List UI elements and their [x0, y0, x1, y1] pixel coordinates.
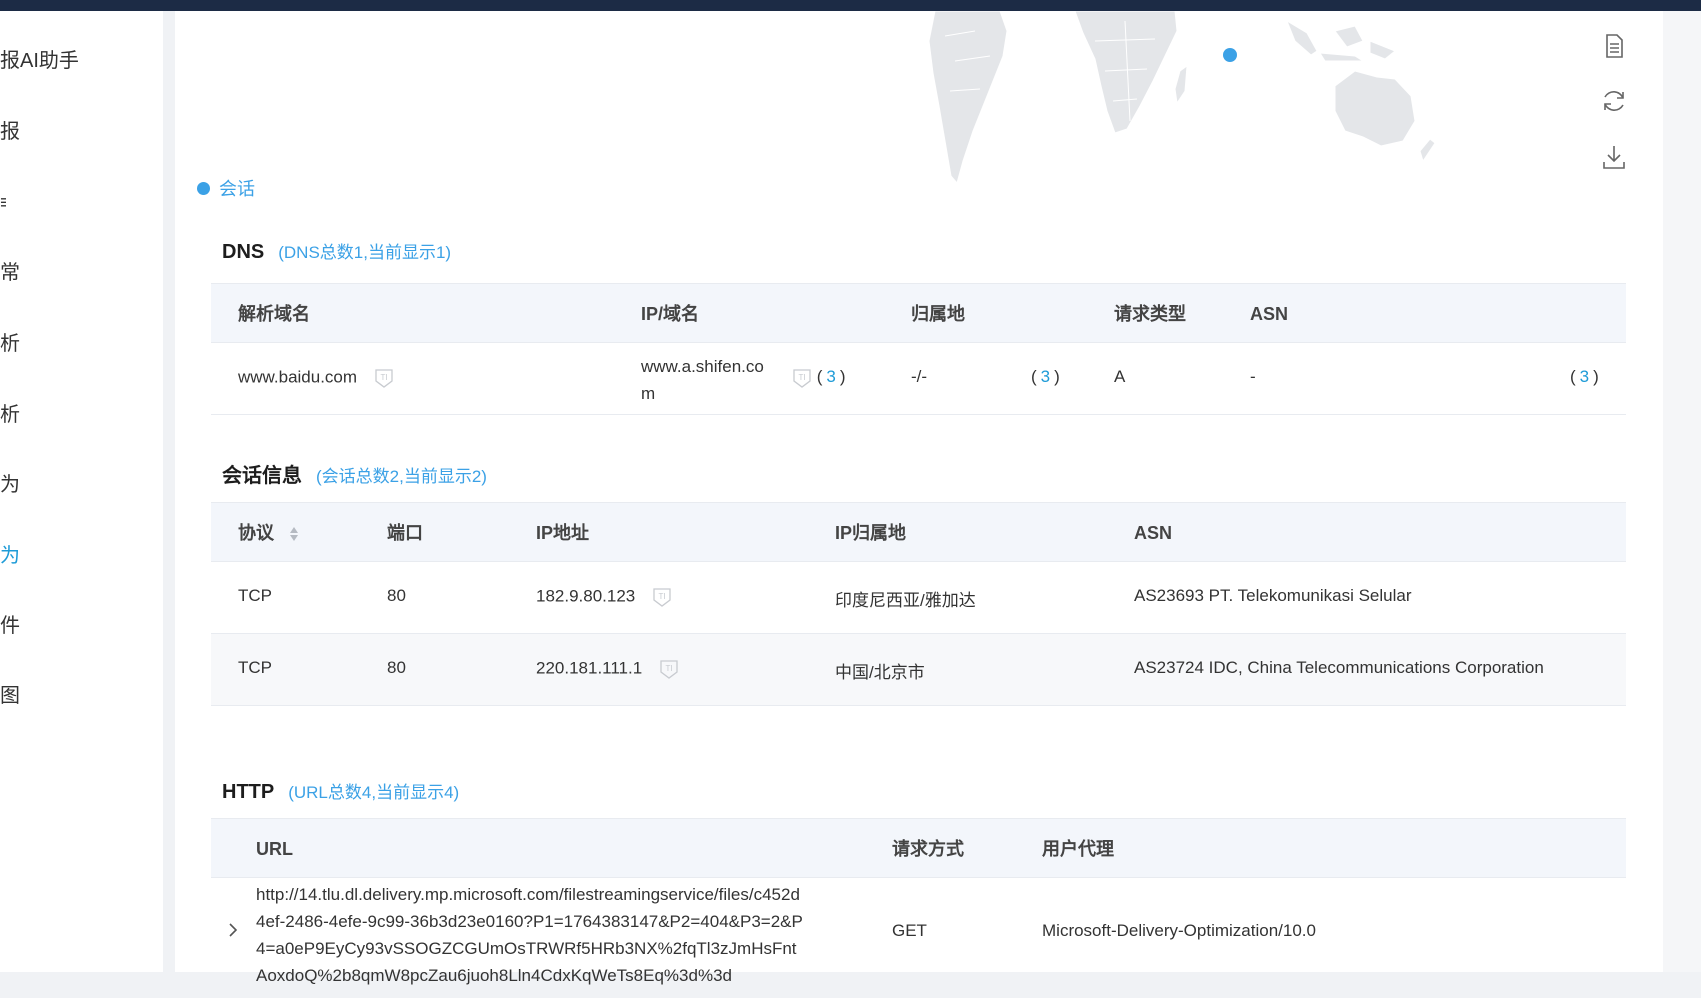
session-ip: 220.181.111.1 — [536, 658, 643, 678]
dns-ip-count[interactable]: (3) — [817, 367, 846, 386]
sessions-col-ip: IP地址 — [536, 523, 590, 543]
sidebar-item-ai-assistant[interactable]: 报AI助手 — [0, 49, 79, 73]
dns-col-type: 请求类型 — [1114, 304, 1186, 324]
http-url-line: 4=a0eP9EyCy93vSSOGZCGUmOsTRWRf5HRb3NX%2f… — [256, 939, 797, 958]
session-location-marker[interactable] — [1223, 48, 1237, 62]
http-url-line: 4ef-2486-4efe-9c99-36b3d23e0160?P1=17643… — [256, 912, 803, 931]
dns-col-asn: ASN — [1250, 304, 1289, 324]
dns-domain-cell: www.baidu.com TI — [238, 367, 394, 389]
table-row: www.baidu.com TI www.a.shifen.co m TI (3… — [211, 343, 1626, 415]
http-title: HTTP — [222, 781, 275, 803]
session-location: 印度尼西亚/雅加达 — [835, 591, 976, 610]
http-agent: Microsoft-Delivery-Optimization/10.0 — [1042, 921, 1316, 940]
session-ip: 182.9.80.123 — [536, 586, 636, 606]
dns-title: DNS — [222, 241, 265, 263]
refresh-icon[interactable] — [1599, 86, 1629, 116]
sidebar-item-behavior-1[interactable]: 为 — [0, 473, 20, 497]
download-icon[interactable] — [1599, 142, 1629, 172]
http-method: GET — [892, 921, 927, 940]
report-icon[interactable] — [1599, 31, 1629, 61]
http-col-url: URL — [256, 839, 293, 859]
sidebar-item-behavior-2[interactable]: 为 — [0, 544, 20, 568]
dns-domain: www.baidu.com — [238, 367, 358, 387]
session-protocol: TCP — [238, 658, 272, 677]
table-row: http://14.tlu.dl.delivery.mp.microsoft.c… — [211, 878, 1626, 998]
threat-intel-icon[interactable]: TI — [659, 658, 679, 680]
sidebar-item-graph[interactable]: 图 — [0, 684, 20, 708]
session-port: 80 — [387, 658, 406, 677]
dns-col-location: 归属地 — [911, 304, 965, 324]
session-ip-cell: 182.9.80.123 TI — [536, 586, 672, 608]
svg-text:TI: TI — [658, 592, 665, 601]
sidebar: 报AI助手 报 ≡ 常 析 析 为 为 件 图 — [0, 11, 163, 972]
dns-location: -/- — [911, 367, 928, 386]
http-count: (URL总数4,当前显示4) — [288, 783, 460, 802]
sessions-table-header: 协议 端口 IP地址 IP归属地 ASN — [211, 502, 1626, 562]
right-gutter — [1663, 11, 1701, 972]
dns-section-title: DNS (DNS总数1,当前显示1) — [222, 238, 451, 264]
session-ip-cell: 220.181.111.1 TI — [536, 658, 679, 680]
threat-intel-icon[interactable]: TI — [652, 586, 672, 608]
sidebar-item-3[interactable]: ≡ — [0, 191, 6, 215]
http-col-agent: 用户代理 — [1042, 839, 1114, 859]
dns-table-header: 解析域名 IP/域名 归属地 请求类型 ASN — [211, 283, 1626, 343]
http-url-cell: http://14.tlu.dl.delivery.mp.microsoft.c… — [256, 881, 803, 989]
top-bar — [0, 0, 1701, 11]
sessions-section-title: 会话信息 (会话总数2,当前显示2) — [222, 459, 487, 488]
dns-type: A — [1114, 367, 1126, 386]
sort-icon[interactable] — [289, 526, 299, 542]
dns-ip-line1: www.a.shifen.co — [641, 357, 764, 376]
world-map — [928, 11, 1436, 185]
http-section-title: HTTP (URL总数4,当前显示4) — [222, 778, 459, 804]
threat-intel-icon[interactable]: TI — [792, 367, 812, 389]
sessions-col-location: IP归属地 — [835, 523, 907, 543]
sessions-count: (会话总数2,当前显示2) — [316, 467, 487, 486]
dns-col-domain: 解析域名 — [238, 304, 310, 324]
session-protocol: TCP — [238, 586, 272, 605]
http-table-header: URL 请求方式 用户代理 — [211, 818, 1626, 878]
main-content: 会话 DNS (DNS总数1,当前显示1) 解析域名 IP/域名 归属地 请求类… — [175, 11, 1663, 985]
dns-ip-cell: www.a.shifen.co m — [641, 353, 764, 407]
dns-asn: - — [1250, 367, 1256, 386]
session-port: 80 — [387, 586, 406, 605]
session-asn: AS23724 IDC, China Telecommunications Co… — [1134, 658, 1544, 677]
dns-ip-extra: TI (3) — [792, 367, 846, 389]
dns-location-count[interactable]: (3) — [1031, 367, 1060, 387]
legend-dot — [197, 181, 210, 195]
session-asn: AS23693 PT. Telekomunikasi Selular — [1134, 586, 1412, 605]
sidebar-item-report[interactable]: 报 — [0, 120, 20, 144]
dns-col-ip: IP/域名 — [641, 304, 700, 324]
dns-count: (DNS总数1,当前显示1) — [278, 243, 452, 262]
http-url-line: http://14.tlu.dl.delivery.mp.microsoft.c… — [256, 885, 800, 904]
table-row: TCP 80 220.181.111.1 TI 中国/北京市 AS23724 I… — [211, 634, 1626, 706]
table-row: TCP 80 182.9.80.123 TI 印度尼西亚/雅加达 AS23693… — [211, 562, 1626, 634]
session-location: 中国/北京市 — [835, 663, 925, 682]
sidebar-item-anomaly[interactable]: 常 — [0, 261, 20, 285]
sidebar-item-files[interactable]: 件 — [0, 614, 20, 638]
sessions-col-protocol-label: 协议 — [238, 523, 274, 543]
legend-label: 会话 — [219, 179, 255, 199]
threat-intel-icon[interactable]: TI — [374, 367, 394, 389]
dns-ip-line2: m — [641, 384, 656, 403]
sidebar-item-analysis-1[interactable]: 析 — [0, 332, 20, 356]
sessions-col-port: 端口 — [387, 523, 423, 543]
svg-text:TI: TI — [380, 373, 387, 382]
dns-asn-count[interactable]: (3) — [1570, 367, 1599, 387]
svg-text:TI: TI — [798, 373, 805, 382]
sessions-col-protocol[interactable]: 协议 — [238, 503, 299, 563]
http-url-line: AoxdoQ%2b8qmW8pcZau6juoh8Lln4CdxKqWeTs8E… — [256, 966, 732, 985]
sessions-col-asn: ASN — [1134, 523, 1173, 543]
expand-row-icon[interactable] — [227, 922, 239, 938]
map-legend[interactable]: 会话 — [197, 175, 255, 201]
http-col-method: 请求方式 — [892, 839, 964, 859]
svg-text:TI: TI — [665, 664, 672, 673]
sidebar-item-analysis-2[interactable]: 析 — [0, 403, 20, 427]
sessions-title: 会话信息 — [222, 465, 302, 487]
